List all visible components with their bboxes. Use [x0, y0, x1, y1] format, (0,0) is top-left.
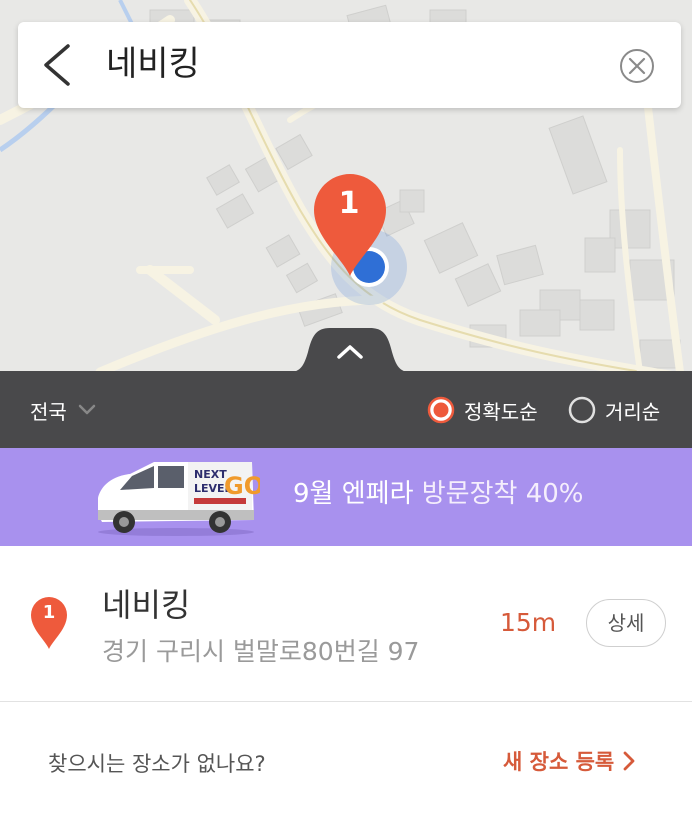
filter-bar: 전국 정확도순 거리순	[0, 371, 692, 448]
region-label: 전국	[30, 399, 67, 424]
register-place-button[interactable]: 새 장소 등록	[503, 746, 636, 776]
register-place-label: 새 장소 등록	[503, 750, 615, 774]
van-text-go: GO	[224, 472, 260, 500]
chevron-down-icon	[78, 404, 96, 415]
van-illustration: NEXT LEVEL GO	[98, 462, 260, 536]
result-address: 경기 구리시 벌말로80번길 97	[102, 637, 420, 666]
back-button[interactable]	[34, 38, 88, 92]
banner-text: 9월 엔페라 방문장착 40%	[293, 476, 584, 512]
van-text-next: NEXT	[194, 468, 227, 481]
detail-button[interactable]: 상세	[586, 599, 666, 647]
result-pin: 1	[30, 596, 68, 650]
map-marker-number: 1	[338, 186, 360, 221]
search-bar: 네비킹	[18, 22, 681, 108]
map-marker-1[interactable]: 1	[312, 172, 388, 278]
sort-accuracy-radio[interactable]: 정확도순	[426, 393, 538, 427]
banner-text-light: 방문장착 40%	[421, 479, 584, 509]
expand-list-button[interactable]	[290, 326, 410, 372]
sort-accuracy-label: 정확도순	[464, 399, 538, 424]
clear-search-button[interactable]	[619, 48, 655, 84]
sort-distance-radio[interactable]: 거리순	[567, 393, 660, 427]
result-item[interactable]: 1 네비킹 경기 구리시 벌말로80번길 97 15m 상세	[0, 546, 692, 702]
chevron-up-icon	[290, 328, 410, 372]
promo-banner[interactable]: NEXT LEVEL GO 9월 엔페라 방문장착 40%	[0, 448, 692, 546]
result-name: 네비킹	[102, 586, 191, 624]
footer: 찾으시는 장소가 없나요? 새 장소 등록	[0, 702, 692, 815]
no-place-question: 찾으시는 장소가 없나요?	[48, 752, 266, 776]
banner-text-white: 9월 엔페라	[293, 479, 414, 509]
radio-selected-icon	[427, 396, 455, 424]
region-select[interactable]: 전국	[30, 393, 97, 427]
result-pin-number: 1	[42, 602, 56, 623]
back-arrow-icon	[44, 44, 70, 86]
clear-icon	[620, 49, 654, 83]
search-query[interactable]: 네비킹	[106, 42, 200, 86]
radio-unselected-icon	[568, 396, 596, 424]
result-distance: 15m	[500, 608, 557, 637]
chevron-right-icon	[623, 751, 635, 771]
sort-distance-label: 거리순	[605, 399, 661, 424]
map-view[interactable]: 1 네비킹	[0, 0, 692, 372]
